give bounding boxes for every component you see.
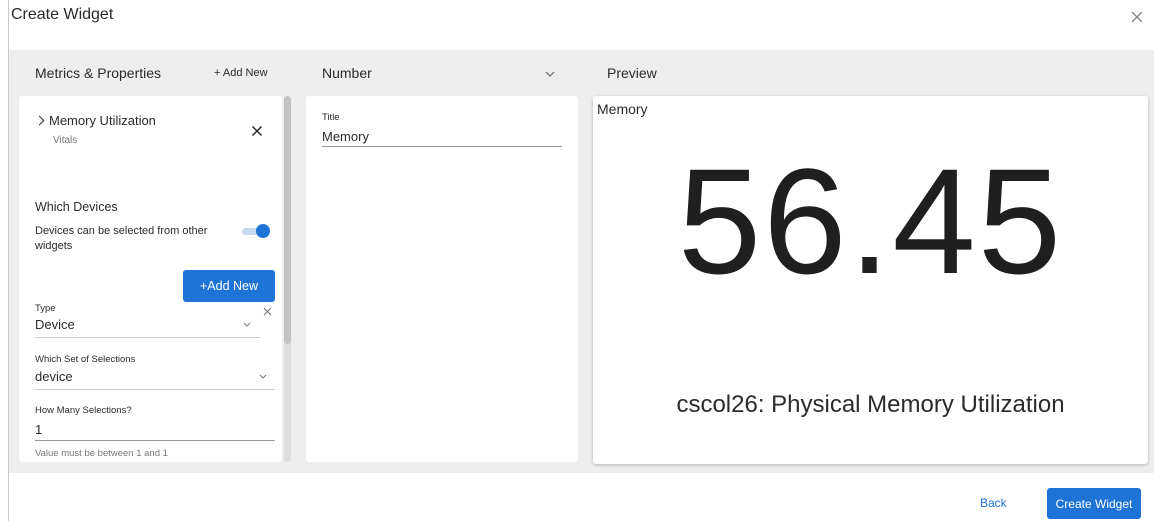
preview-header: Preview [607, 65, 657, 81]
selection-set-underline [35, 389, 275, 390]
create-widget-dialog: Create Widget Metrics & Properties + Add… [8, 0, 1154, 521]
toggle-knob [256, 224, 270, 238]
add-new-metric-link[interactable]: + Add New [214, 67, 268, 79]
preview-value: 56.45 [677, 137, 1064, 305]
selection-count-input[interactable]: 1 [35, 422, 42, 437]
chevron-down-icon[interactable] [259, 374, 267, 380]
type-label: Type [35, 303, 56, 314]
metrics-properties-card: Memory Utilization Vitals Which Devices … [19, 96, 282, 462]
chevron-down-icon[interactable] [545, 70, 555, 78]
remove-type-icon[interactable] [263, 307, 272, 316]
selection-count-underline [35, 440, 275, 441]
chevron-down-icon[interactable] [243, 322, 251, 328]
scrollbar[interactable] [284, 96, 291, 462]
selection-count-label: How Many Selections? [35, 405, 132, 416]
widget-type-select[interactable]: Number [322, 65, 372, 81]
selection-count-hint: Value must be between 1 and 1 [35, 448, 168, 459]
add-new-button[interactable]: +Add New [183, 270, 275, 302]
metric-item[interactable]: Memory Utilization [34, 113, 156, 128]
metric-name: Memory Utilization [49, 113, 156, 128]
devices-toggle-label: Devices can be selected from other widge… [35, 225, 208, 252]
selection-set-label: Which Set of Selections [35, 354, 136, 365]
remove-metric-icon[interactable] [251, 125, 263, 137]
dialog-title: Create Widget [11, 6, 114, 23]
chevron-right-icon[interactable] [34, 115, 45, 126]
metric-category: Vitals [53, 135, 78, 146]
selection-set-select[interactable]: device [35, 369, 73, 384]
title-label: Title [322, 112, 340, 123]
which-devices-heading: Which Devices [35, 200, 118, 214]
type-select[interactable]: Device [35, 317, 75, 332]
back-button[interactable]: Back [980, 496, 1007, 510]
preview-widget-title: Memory [597, 101, 648, 117]
preview-caption: cscol26: Physical Memory Utilization [676, 391, 1065, 418]
preview-widget: Memory 56.45 cscol26: Physical Memory Ut… [593, 96, 1148, 464]
widget-options-card: Title [306, 96, 578, 462]
close-icon[interactable] [1130, 10, 1144, 24]
type-underline [35, 337, 260, 338]
devices-toggle[interactable] [242, 224, 270, 238]
create-widget-button[interactable]: Create Widget [1047, 488, 1141, 519]
scrollbar-thumb[interactable] [284, 96, 291, 344]
title-input[interactable] [322, 126, 562, 147]
metrics-properties-header: Metrics & Properties [35, 65, 162, 81]
